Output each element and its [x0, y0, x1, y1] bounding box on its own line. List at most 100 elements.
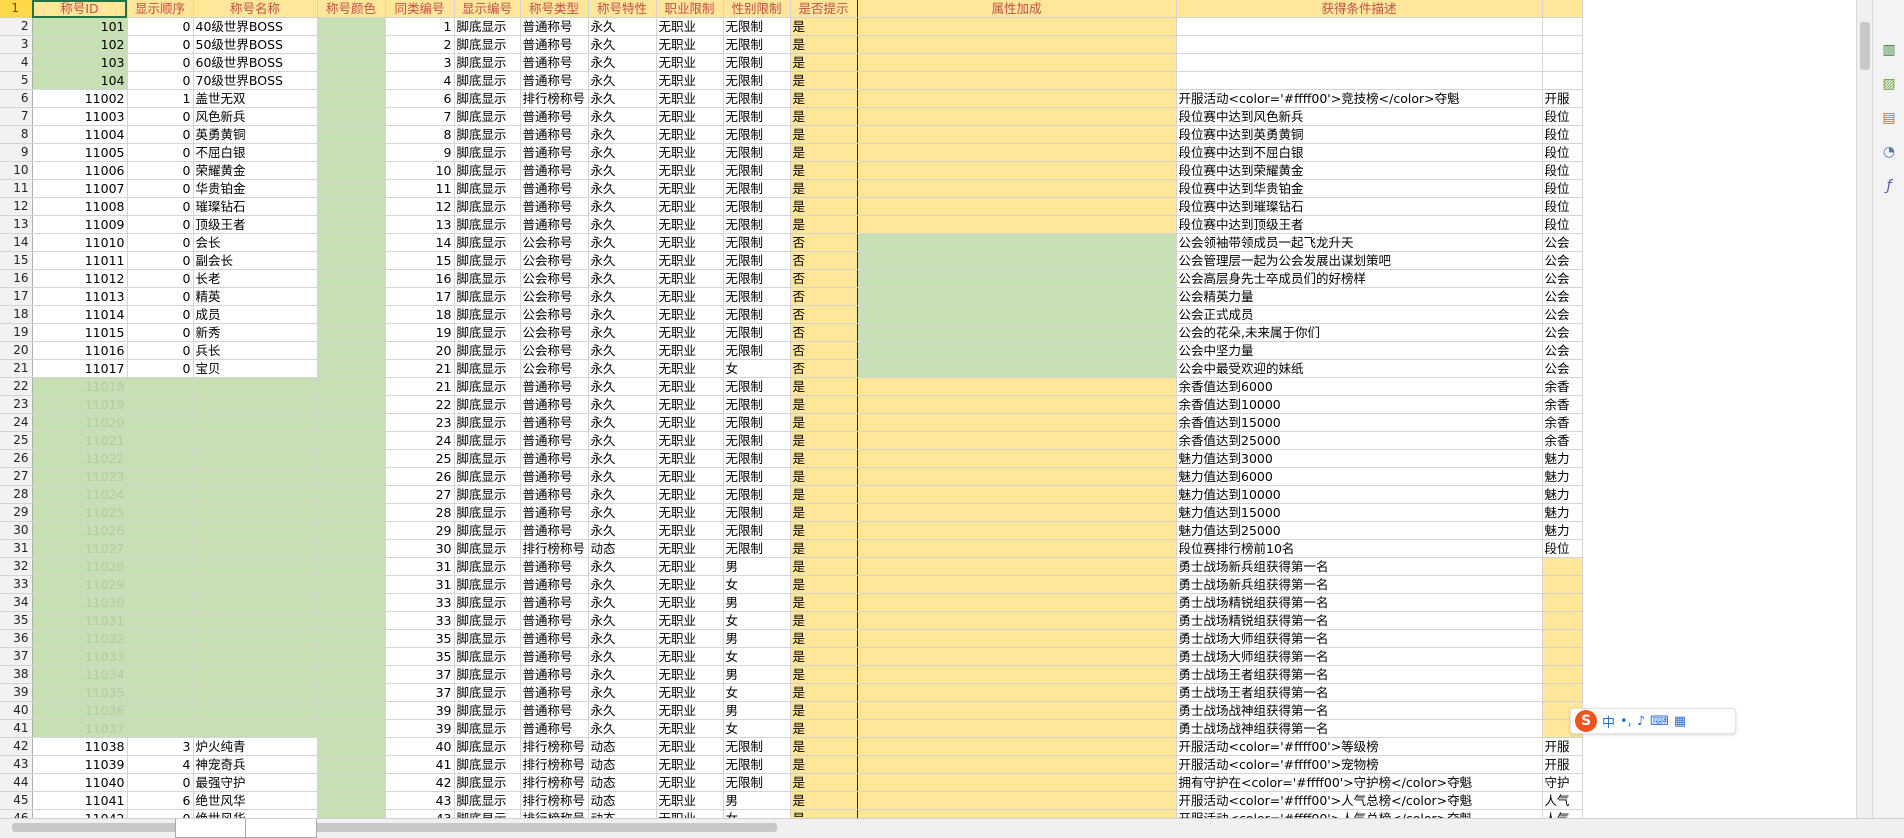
cell-attr[interactable]	[857, 323, 1177, 342]
cell-x[interactable]: 段位	[1542, 215, 1583, 234]
cell-desc[interactable]: 公会精英力量	[1176, 287, 1543, 306]
cell-disp[interactable]: 脚底显示	[454, 431, 521, 450]
cell-ord[interactable]: 0	[127, 809, 194, 818]
cell-desc[interactable]: 开服活动<color='#ffff00'>宠物榜	[1176, 755, 1543, 774]
cell-name[interactable]	[193, 665, 318, 684]
cell-feat[interactable]: 动态	[588, 737, 657, 756]
cell-name[interactable]: 绝世风华	[193, 791, 318, 810]
cell-feat[interactable]: 永久	[588, 341, 657, 360]
cell-name[interactable]	[193, 431, 318, 450]
cell-job[interactable]: 无职业	[656, 305, 724, 324]
row-number[interactable]: 35	[0, 611, 33, 630]
cell-id[interactable]: 11034	[32, 665, 128, 684]
cell-color[interactable]	[317, 791, 386, 810]
cell-attr[interactable]	[857, 161, 1177, 180]
cell-id[interactable]: 11041	[32, 791, 128, 810]
cell-attr[interactable]	[857, 53, 1177, 72]
row-number[interactable]: 8	[0, 125, 33, 144]
row-number[interactable]: 26	[0, 449, 33, 468]
cell-color[interactable]	[317, 431, 386, 450]
cell-sex[interactable]: 无限制	[723, 161, 791, 180]
cell-id[interactable]: 11023	[32, 467, 128, 486]
cell-name[interactable]: 成员	[193, 305, 318, 324]
cell-job[interactable]: 无职业	[656, 449, 724, 468]
cell-job[interactable]: 无职业	[656, 17, 724, 36]
cell-ord[interactable]	[127, 395, 194, 414]
cell-tip[interactable]: 否	[790, 251, 858, 270]
cell-type[interactable]: 普通称号	[520, 449, 589, 468]
cell-type[interactable]: 普通称号	[520, 35, 589, 54]
cell-job[interactable]: 无职业	[656, 611, 724, 630]
cell-same[interactable]: 14	[385, 233, 455, 252]
cell-feat[interactable]: 永久	[588, 161, 657, 180]
cell-desc[interactable]: 勇士战场战神组获得第一名	[1176, 719, 1543, 738]
cell-name[interactable]	[193, 683, 318, 702]
cell-type[interactable]: 普通称号	[520, 557, 589, 576]
cell-tip[interactable]: 是	[790, 53, 858, 72]
cell-type[interactable]: 普通称号	[520, 503, 589, 522]
row-number[interactable]: 20	[0, 341, 33, 360]
cell-desc[interactable]: 开服活动<color='#ffff00'>人气总榜</color>夺魁	[1176, 791, 1543, 810]
cell-type[interactable]: 排行榜称号	[520, 737, 589, 756]
cell-attr[interactable]	[857, 521, 1177, 540]
cell-desc[interactable]: 魅力值达到10000	[1176, 485, 1543, 504]
cell-desc[interactable]: 魅力值达到6000	[1176, 467, 1543, 486]
cell-name[interactable]: 绝世风华	[193, 809, 318, 818]
cell-attr[interactable]	[857, 107, 1177, 126]
cell-color[interactable]	[317, 197, 386, 216]
cell-disp[interactable]: 脚底显示	[454, 755, 521, 774]
cell-ord[interactable]	[127, 449, 194, 468]
cell-tip[interactable]: 否	[790, 305, 858, 324]
cell-color[interactable]	[317, 611, 386, 630]
cell-same[interactable]: 39	[385, 719, 455, 738]
cell-x[interactable]: 余香	[1542, 413, 1583, 432]
cell-disp[interactable]: 脚底显示	[454, 791, 521, 810]
row-number[interactable]: 3	[0, 35, 33, 54]
cell-type[interactable]: 普通称号	[520, 377, 589, 396]
cell-attr[interactable]	[857, 413, 1177, 432]
cell-attr[interactable]	[857, 215, 1177, 234]
cell-type[interactable]: 排行榜称号	[520, 773, 589, 792]
cell-id[interactable]: 11021	[32, 431, 128, 450]
cell-sex[interactable]: 无限制	[723, 17, 791, 36]
cell-color[interactable]	[317, 593, 386, 612]
cell-job[interactable]: 无职业	[656, 269, 724, 288]
cell-sex[interactable]: 无限制	[723, 305, 791, 324]
cell-feat[interactable]: 动态	[588, 791, 657, 810]
cell-name[interactable]	[193, 557, 318, 576]
cell-x[interactable]: 段位	[1542, 179, 1583, 198]
cell-id[interactable]: 11028	[32, 557, 128, 576]
cell-ord[interactable]	[127, 683, 194, 702]
cell-disp[interactable]: 脚底显示	[454, 737, 521, 756]
cell-tip[interactable]: 是	[790, 683, 858, 702]
cell-attr[interactable]	[857, 125, 1177, 144]
cell-x[interactable]: 公会	[1542, 341, 1583, 360]
cell-tip[interactable]: 是	[790, 143, 858, 162]
function-icon[interactable]: ƒ	[1879, 176, 1899, 196]
cell-attr[interactable]	[857, 449, 1177, 468]
row-number[interactable]: 16	[0, 269, 33, 288]
cell-tip[interactable]: 是	[790, 719, 858, 738]
cell-same[interactable]: 40	[385, 737, 455, 756]
cell-color[interactable]	[317, 449, 386, 468]
cell-x[interactable]: 公会	[1542, 251, 1583, 270]
cell-disp[interactable]: 脚底显示	[454, 161, 521, 180]
cell-tip[interactable]: 是	[790, 521, 858, 540]
cell-name[interactable]: 风色新兵	[193, 107, 318, 126]
cell-id[interactable]: 11013	[32, 287, 128, 306]
cell-id[interactable]: 11024	[32, 485, 128, 504]
row-number[interactable]: 44	[0, 773, 33, 792]
cell-color[interactable]	[317, 179, 386, 198]
cell-same[interactable]: 8	[385, 125, 455, 144]
cell-name[interactable]: 璀璨钻石	[193, 197, 318, 216]
row-number[interactable]: 7	[0, 107, 33, 126]
cell-feat[interactable]: 永久	[588, 557, 657, 576]
cell-desc[interactable]: 段位赛中达到华贵铂金	[1176, 179, 1543, 198]
cell-ord[interactable]: 0	[127, 269, 194, 288]
cell-name[interactable]	[193, 701, 318, 720]
cell-job[interactable]: 无职业	[656, 755, 724, 774]
cell-type[interactable]: 排行榜称号	[520, 89, 589, 108]
cell-name[interactable]	[193, 413, 318, 432]
cell-sex[interactable]: 无限制	[723, 341, 791, 360]
cell-desc[interactable]: 余香值达到6000	[1176, 377, 1543, 396]
